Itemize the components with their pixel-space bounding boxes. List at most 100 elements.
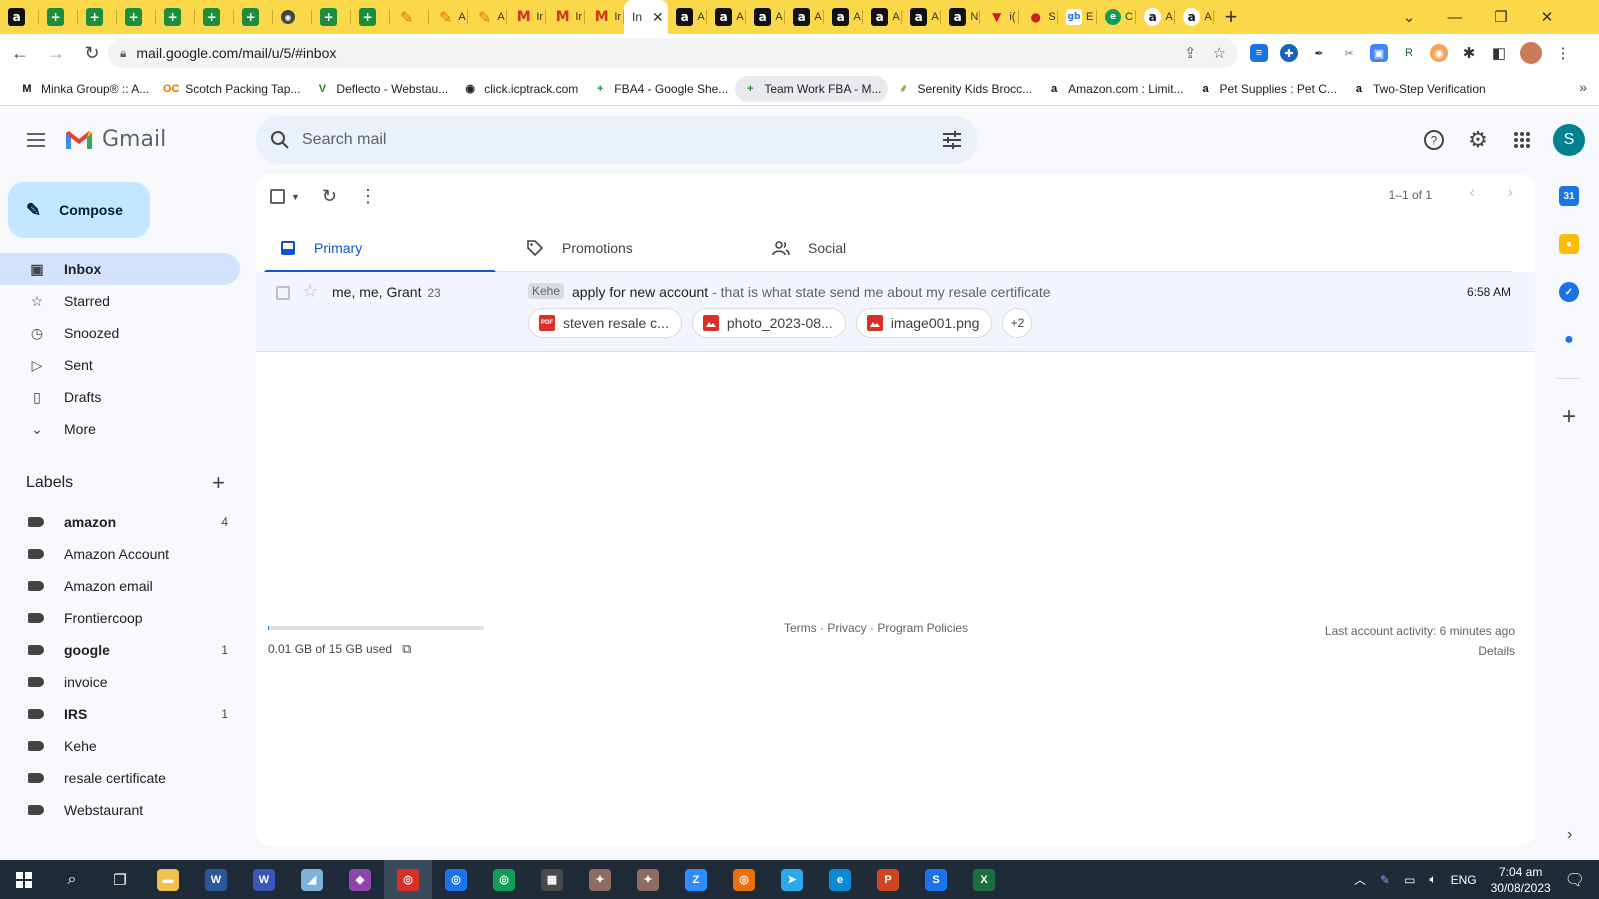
attachment-chip[interactable]: photo_2023-08... — [691, 308, 846, 338]
forward-arrow-icon[interactable]: → — [40, 37, 72, 69]
row-checkbox[interactable] — [276, 286, 290, 300]
bookmark-item[interactable]: a Two-Step Verification — [1344, 76, 1493, 102]
bookmark-item[interactable]: a Amazon.com : Limit... — [1039, 76, 1190, 102]
reload-icon[interactable]: ↻ — [76, 37, 108, 69]
sidebar-item-starred[interactable]: ☆ Starred — [0, 285, 240, 317]
browser-tab[interactable]: + — [312, 0, 351, 34]
chevron-right-icon[interactable]: › — [1508, 184, 1513, 202]
main-menu-button[interactable] — [20, 124, 52, 156]
label-item[interactable]: invoice — [0, 666, 240, 698]
taskbar-app[interactable]: X — [960, 860, 1008, 899]
hide-side-panel-icon[interactable]: › — [1567, 826, 1572, 844]
chevron-double-right-icon[interactable]: » — [1579, 79, 1587, 95]
browser-tab[interactable]: ✎ A — [429, 0, 468, 34]
get-addons-icon[interactable]: + — [1551, 403, 1587, 431]
taskbar-app[interactable]: e — [816, 860, 864, 899]
taskbar-app[interactable]: ✦ — [576, 860, 624, 899]
back-arrow-icon[interactable]: ← — [4, 37, 36, 69]
label-item[interactable]: Amazon Account — [0, 538, 240, 570]
close-tab-icon[interactable]: ✕ — [652, 9, 664, 26]
network-icon[interactable]: ▭ — [1404, 873, 1415, 887]
browser-tab[interactable]: + — [156, 0, 195, 34]
search-options-icon[interactable] — [942, 130, 962, 150]
email-label-badge[interactable]: Kehe — [528, 283, 565, 299]
windows-start-icon[interactable] — [0, 860, 48, 899]
add-label-icon[interactable]: + — [212, 470, 225, 496]
browser-tab[interactable]: gb E — [1058, 0, 1097, 34]
label-item[interactable]: Amazon email — [0, 570, 240, 602]
search-input[interactable]: Search mail — [302, 131, 386, 149]
extension-icon[interactable]: ▣ — [1370, 44, 1388, 62]
browser-tab[interactable]: a — [0, 0, 39, 34]
sidebar-item-inbox[interactable]: ▣ Inbox — [0, 253, 240, 285]
keep-icon[interactable]: ● — [1559, 234, 1579, 254]
browser-tab[interactable]: aA — [902, 0, 941, 34]
label-item[interactable]: resale certificate — [0, 762, 240, 794]
label-item[interactable]: amazon 4 — [0, 506, 240, 538]
details-link[interactable]: Details — [1325, 641, 1515, 661]
extension-icon[interactable]: ✂ — [1340, 44, 1358, 62]
browser-tab[interactable]: ✎ A — [468, 0, 507, 34]
taskbar-app[interactable]: Z — [672, 860, 720, 899]
restore-icon[interactable]: ❐ — [1478, 0, 1524, 34]
gmail-logo[interactable]: Gmail — [64, 127, 166, 152]
taskbar-app[interactable]: S — [912, 860, 960, 899]
notifications-icon[interactable]: 🗨︎ — [1565, 870, 1585, 890]
new-tab-button[interactable]: + — [1214, 0, 1248, 34]
tab-primary[interactable]: Primary — [264, 224, 510, 273]
search-icon[interactable] — [270, 130, 290, 150]
close-window-icon[interactable]: ✕ — [1524, 0, 1570, 34]
bookmark-item[interactable]: a Pet Supplies : Pet C... — [1191, 76, 1344, 102]
browser-tab[interactable]: aA — [785, 0, 824, 34]
settings-gear-icon[interactable]: ⚙ — [1466, 127, 1490, 152]
attachment-chip[interactable]: PDF steven resale c... — [528, 308, 682, 338]
more-vert-icon[interactable]: ⋮ — [359, 186, 377, 207]
browser-tab[interactable]: M Ir — [585, 0, 624, 34]
browser-tab[interactable]: aA — [668, 0, 707, 34]
browser-tab[interactable]: aN — [941, 0, 980, 34]
sidebar-item-drafts[interactable]: ▯ Drafts — [0, 381, 240, 413]
bookmark-item[interactable]: + FBA4 - Google She... — [585, 76, 735, 102]
tasks-icon[interactable]: ✓ — [1559, 282, 1579, 302]
taskbar-app[interactable]: ▦ — [528, 860, 576, 899]
bookmark-item[interactable]: ⸙ Serenity Kids Brocc... — [888, 76, 1039, 102]
browser-tab[interactable]: ● S — [1019, 0, 1058, 34]
refresh-icon[interactable]: ↻ — [322, 186, 337, 207]
contacts-icon[interactable]: ● — [1559, 330, 1579, 350]
minimize-icon[interactable]: — — [1432, 0, 1478, 34]
lock-icon[interactable]: 🔒︎ — [120, 46, 126, 61]
tab-social[interactable]: Social — [756, 224, 1002, 272]
taskbar-app[interactable]: W — [192, 860, 240, 899]
extension-icon[interactable]: ✚ — [1280, 44, 1298, 62]
tray-expand-icon[interactable]: ︿ — [1354, 871, 1366, 888]
kebab-menu-icon[interactable]: ⋮ — [1554, 44, 1572, 62]
label-item[interactable]: Kehe — [0, 730, 240, 762]
volume-icon[interactable]: 🔈︎ — [1429, 872, 1436, 887]
email-row[interactable]: ☆ me, me, Grant 23 Kehe apply for new ac… — [256, 272, 1535, 352]
taskbar-app[interactable]: ➤ — [768, 860, 816, 899]
footer-links[interactable]: Terms · Privacy · Program Policies — [784, 621, 968, 635]
extension-icon[interactable]: R — [1400, 44, 1418, 62]
browser-tab[interactable]: eC — [1097, 0, 1136, 34]
browser-tab[interactable]: ▼ i( — [980, 0, 1019, 34]
bookmark-item[interactable]: V Deflecto - Webstau... — [307, 76, 455, 102]
taskbar-app[interactable]: ▬ — [144, 860, 192, 899]
side-panel-icon[interactable]: ◧ — [1490, 44, 1508, 62]
search-icon[interactable]: ⌕ — [48, 860, 96, 899]
pen-icon[interactable]: ✎ — [1380, 873, 1390, 887]
puzzle-icon[interactable]: ✱ — [1460, 44, 1478, 62]
browser-tab[interactable]: M Ir — [546, 0, 585, 34]
open-external-icon[interactable]: ⧉ — [402, 641, 411, 657]
sidebar-item-more[interactable]: ⌄ More — [0, 413, 240, 445]
bookmark-star-icon[interactable]: ☆ — [1213, 44, 1226, 62]
browser-tab[interactable]: + — [117, 0, 156, 34]
extension-icon[interactable]: ◉ — [1430, 44, 1448, 62]
taskbar-app[interactable]: ◎ — [384, 860, 432, 899]
taskbar-app[interactable]: ◎ — [480, 860, 528, 899]
account-avatar[interactable]: S — [1553, 124, 1585, 156]
url-text[interactable]: mail.google.com/mail/u/5/#inbox — [136, 45, 336, 61]
browser-tab[interactable]: aA — [824, 0, 863, 34]
chevron-left-icon[interactable]: ‹ — [1470, 184, 1475, 202]
more-attachments-chip[interactable]: +2 — [1002, 308, 1033, 338]
browser-tab[interactable]: M Ir — [507, 0, 546, 34]
